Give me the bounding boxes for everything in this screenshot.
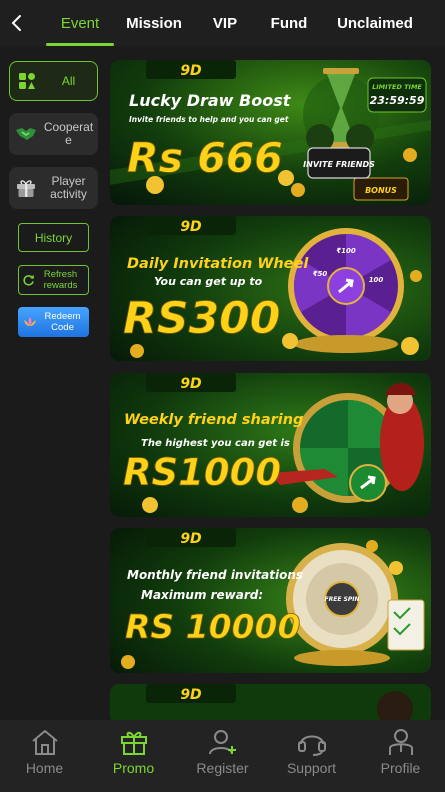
bottom-navigation: Home Promo Register Support Profile (0, 720, 445, 792)
monthly-invitations-banner-art: 9D Monthly friend invitations Maximum re… (110, 528, 431, 673)
tab-unclaimed-label: Unclaimed (337, 14, 413, 32)
nav-support[interactable]: Support (267, 720, 356, 792)
banner4-brand: 9D (180, 531, 201, 547)
refresh-icon (23, 274, 34, 286)
tab-mission-label: Mission (126, 14, 182, 32)
banner-weekly-friend-sharing[interactable]: 9D Weekly friend sharing The highest you… (110, 373, 431, 517)
banner2-wheel-label-1: ₹100 (336, 247, 356, 255)
banner4-amount: RS 10000 (125, 607, 300, 646)
tab-vip[interactable]: VIP (194, 0, 256, 46)
history-button-label: History (34, 230, 73, 245)
banner1-badge: INVITE FRIENDS (303, 160, 375, 169)
redeem-code-label: Redeem Code (44, 311, 81, 333)
category-all[interactable]: All (9, 61, 98, 101)
banner2-wheel-label-3: 100 (369, 276, 384, 284)
banner2-brand: 9D (180, 219, 201, 235)
nav-profile-label: Profile (380, 760, 421, 776)
banner1-amount: Rs 666 (127, 134, 283, 182)
refresh-rewards-button[interactable]: Refresh rewards (18, 265, 89, 295)
lucky-draw-banner-art: 9D Lucky Draw Boost Invite friends to he… (110, 60, 431, 205)
partial-banner-art: 9D (110, 684, 431, 724)
headset-icon (297, 735, 326, 756)
tab-vip-label: VIP (212, 14, 238, 32)
banner4-title: Monthly friend invitations (127, 568, 303, 582)
back-button[interactable] (2, 0, 32, 46)
refresh-rewards-label: Refresh rewards (43, 269, 78, 291)
redeem-code-button[interactable]: Redeem Code (18, 307, 89, 337)
banner3-amount: RS1000 (123, 451, 281, 494)
tab-fund-label: Fund (270, 14, 308, 32)
tab-event[interactable]: Event (46, 0, 114, 46)
category-player-activity[interactable]: Player activity (9, 167, 98, 209)
banner2-subtitle: You can get up to (154, 275, 263, 288)
banner-lucky-draw-boost[interactable]: 9D Lucky Draw Boost Invite friends to he… (110, 60, 431, 205)
lotus-icon (20, 316, 40, 328)
banner5-brand: 9D (180, 687, 201, 703)
category-cooperate-label: Cooperat e (43, 120, 94, 147)
tab-bar: Event Mission VIP Fund Unclaimed (32, 0, 445, 46)
history-button[interactable]: History (18, 223, 89, 252)
banner3-subtitle: The highest you can get is (141, 438, 290, 449)
gift-icon (120, 731, 147, 755)
handshake-icon (9, 126, 43, 142)
top-navigation: Event Mission VIP Fund Unclaimed (0, 0, 445, 46)
banner1-brand: 9D (180, 63, 201, 79)
category-all-label: All (61, 73, 76, 88)
nav-profile[interactable]: Profile (356, 720, 445, 792)
sidebar: All Cooperat e Player activity History R… (0, 46, 108, 720)
chevron-left-icon (11, 15, 21, 31)
banner3-title: Weekly friend sharing (124, 412, 303, 428)
tab-mission[interactable]: Mission (114, 0, 194, 46)
tab-fund[interactable]: Fund (256, 0, 322, 46)
category-cooperate[interactable]: Cooperat e (9, 113, 98, 155)
banner-partial[interactable]: 9D (110, 684, 431, 724)
banner2-wheel-label-2: ₹50 (313, 270, 328, 278)
nav-home-label: Home (25, 760, 64, 776)
gift-icon (9, 178, 43, 198)
grid-icon (10, 72, 44, 90)
tab-unclaimed[interactable]: Unclaimed (322, 0, 428, 46)
banner1-timer-label: LIMITED TIME (372, 83, 422, 91)
banner-daily-invitation-wheel[interactable]: 9D Daily Invitation Wheel You can get up… (110, 216, 431, 361)
home-icon (31, 730, 58, 755)
banner4-wheel-center: FREE SPIN (325, 596, 360, 603)
banner2-title: Daily Invitation Wheel (127, 256, 309, 272)
banner1-corner: BONUS (365, 186, 397, 195)
banner3-brand: 9D (180, 376, 201, 392)
banner-monthly-friend-invitations[interactable]: 9D Monthly friend invitations Maximum re… (110, 528, 431, 673)
nav-support-label: Support (286, 760, 337, 776)
daily-wheel-banner-art: 9D Daily Invitation Wheel You can get up… (110, 216, 431, 361)
banner1-title: Lucky Draw Boost (129, 91, 292, 110)
nav-home[interactable]: Home (0, 720, 89, 792)
nav-register-label: Register (196, 760, 249, 776)
banner4-subtitle: Maximum reward: (141, 588, 263, 602)
add-user-icon (208, 730, 236, 755)
banner1-timer: 23:59:59 (370, 94, 425, 107)
nav-promo-label: Promo (112, 760, 155, 776)
banner2-amount: RS300 (123, 293, 280, 344)
nav-promo[interactable]: Promo (89, 720, 178, 792)
category-player-activity-label: Player activity (50, 174, 87, 201)
profile-icon (388, 729, 413, 755)
tab-event-label: Event (60, 14, 100, 32)
nav-register[interactable]: Register (178, 720, 267, 792)
banner1-subtitle: Invite friends to help and you can get (129, 115, 289, 124)
weekly-sharing-banner-art: 9D Weekly friend sharing The highest you… (110, 373, 431, 517)
